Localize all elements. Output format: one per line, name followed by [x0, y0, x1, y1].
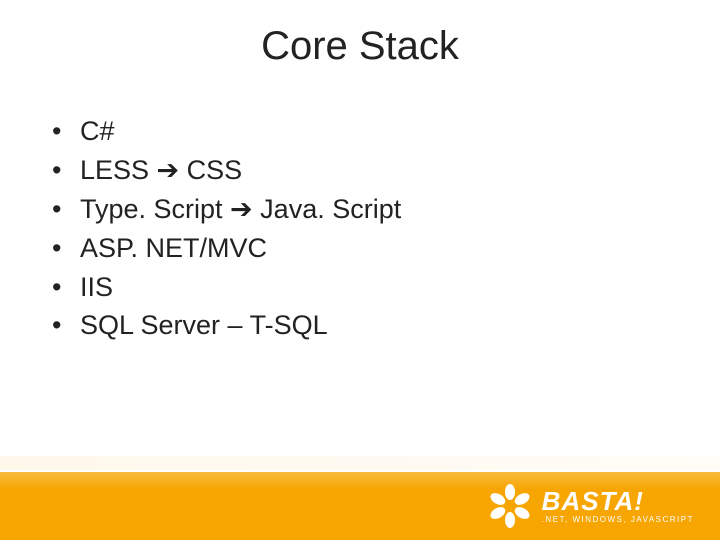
logo: BASTA! .NET, WINDOWS, JAVASCRIPT: [488, 484, 694, 528]
bullet-icon: •: [52, 306, 80, 345]
slide: Core Stack • C# • LESS ➔ CSS • Type. Scr…: [0, 0, 720, 540]
list-item: • LESS ➔ CSS: [52, 151, 401, 190]
logo-text: BASTA! .NET, WINDOWS, JAVASCRIPT: [542, 488, 694, 524]
logo-flower-icon: [488, 484, 532, 528]
bullet-text: ASP. NET/MVC: [80, 229, 267, 268]
footer-band: BASTA! .NET, WINDOWS, JAVASCRIPT: [0, 470, 720, 540]
bullet-icon: •: [52, 268, 80, 307]
bullet-list: • C# • LESS ➔ CSS • Type. Script ➔ Java.…: [52, 112, 401, 345]
logo-subtitle: .NET, WINDOWS, JAVASCRIPT: [542, 516, 694, 524]
bullet-text: C#: [80, 112, 115, 151]
footer-strip: [0, 456, 720, 470]
list-item: • ASP. NET/MVC: [52, 229, 401, 268]
bullet-text: Type. Script ➔ Java. Script: [80, 190, 401, 229]
bullet-icon: •: [52, 229, 80, 268]
list-item: • C#: [52, 112, 401, 151]
list-item: • IIS: [52, 268, 401, 307]
list-item: • Type. Script ➔ Java. Script: [52, 190, 401, 229]
bullet-icon: •: [52, 190, 80, 229]
list-item: • SQL Server – T-SQL: [52, 306, 401, 345]
bullet-text: SQL Server – T-SQL: [80, 306, 328, 345]
bullet-text: LESS ➔ CSS: [80, 151, 242, 190]
slide-title: Core Stack: [0, 24, 720, 69]
bullet-icon: •: [52, 151, 80, 190]
bullet-text: IIS: [80, 268, 113, 307]
logo-word: BASTA!: [542, 488, 694, 514]
bullet-icon: •: [52, 112, 80, 151]
